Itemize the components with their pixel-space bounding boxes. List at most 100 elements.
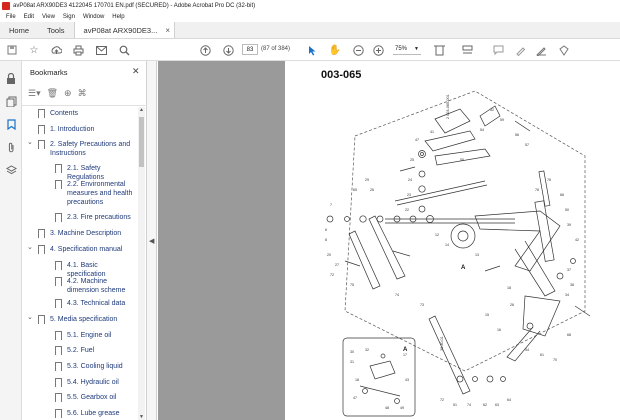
bookmark-label: 5.3. Cooling liquid (67, 363, 123, 370)
tab-home[interactable]: Home (0, 22, 38, 38)
tab-tools[interactable]: Tools (38, 22, 74, 38)
share-link-icon[interactable] (558, 44, 570, 56)
svg-text:38: 38 (570, 283, 574, 287)
svg-text:27: 27 (335, 263, 339, 267)
bookmarks-scrollbar[interactable]: ▲ ▼ (138, 107, 145, 420)
print-icon[interactable] (72, 44, 84, 56)
bookmark-flag-icon (55, 409, 62, 420)
bookmark-label: 5.2. Fuel (67, 347, 95, 354)
svg-text:72: 72 (330, 273, 334, 277)
expand-toggle-icon[interactable]: ⌄ (27, 138, 33, 146)
bookmark-flag-icon (38, 125, 45, 137)
attachment-icon[interactable] (5, 141, 17, 153)
bookmark-add-icon[interactable]: ⌘ (78, 88, 87, 99)
zoom-in-icon[interactable] (372, 44, 384, 56)
view-label: A (461, 265, 466, 271)
scrollbar-thumb[interactable] (139, 117, 144, 167)
tab-bar: Home Tools avP08at ARX90DE3... × (0, 22, 620, 39)
bookmark-label: 5.6. Lube grease (67, 410, 120, 417)
bookmark-flag-icon (55, 331, 62, 343)
document-viewport[interactable]: 003-065 47 41 52 59 56 57 54 55 25 24 23… (158, 61, 620, 420)
tab-document[interactable]: avP08at ARX90DE3... × (73, 22, 175, 38)
bookmarks-header: Bookmarks (30, 68, 68, 77)
pages-thumbnail-icon[interactable] (5, 95, 17, 107)
menu-window[interactable]: Window (79, 14, 108, 20)
menu-help[interactable]: Help (108, 14, 128, 20)
expand-toggle-icon[interactable]: ⌄ (27, 243, 33, 251)
svg-text:18: 18 (507, 286, 511, 290)
chevron-down-icon: ▼ (414, 46, 419, 52)
svg-text:62: 62 (483, 403, 487, 407)
bookmark-flag-icon (38, 245, 45, 257)
options-menu-icon[interactable]: ☰▾ (28, 88, 41, 99)
upload-icon[interactable] (50, 44, 62, 56)
highlight-icon[interactable] (514, 44, 526, 56)
svg-text:76: 76 (547, 178, 551, 182)
svg-text:66: 66 (560, 193, 564, 197)
new-bookmark-icon[interactable]: ⊕ (64, 88, 72, 99)
bookmark-flag-icon (38, 140, 45, 152)
svg-text:14: 14 (445, 243, 449, 247)
collapse-panel-icon[interactable]: ◀ (149, 237, 154, 245)
delete-bookmark-icon[interactable]: 🗑 (47, 88, 58, 99)
inset-label: A (403, 347, 408, 353)
svg-text:22: 22 (405, 208, 409, 212)
bookmark-label: 2.3. Fire precautions (67, 214, 131, 221)
svg-text:44: 44 (525, 348, 529, 352)
svg-text:49: 49 (400, 406, 404, 410)
menu-edit[interactable]: Edit (20, 14, 38, 20)
svg-text:7: 7 (330, 203, 332, 207)
svg-text:34: 34 (565, 293, 569, 297)
bookmark-label: 1. Introduction (50, 126, 95, 133)
exploded-parts-drawing: 474152 595657 545525 242322 2965 26 768 2… (325, 90, 591, 417)
lock-icon[interactable] (5, 72, 17, 84)
tab-tools-label: Tools (47, 25, 65, 35)
svg-text:43: 43 (405, 378, 409, 382)
svg-text:57: 57 (525, 143, 529, 147)
page-number-input[interactable]: 83 (242, 44, 258, 55)
tab-document-label: avP08at ARX90DE3... (83, 25, 158, 35)
scroll-down-icon[interactable]: ▼ (138, 414, 145, 420)
layers-icon[interactable] (5, 164, 17, 176)
star-icon[interactable]: ☆ (28, 44, 40, 56)
svg-text:17: 17 (403, 353, 407, 357)
previous-page-icon[interactable] (199, 44, 211, 56)
scroll-up-icon[interactable]: ▲ (138, 107, 145, 113)
close-panel-icon[interactable]: ✕ (132, 66, 140, 77)
menu-sign[interactable]: Sign (59, 14, 79, 20)
svg-text:54: 54 (480, 128, 484, 132)
bookmark-label: 4. Specification manual (50, 246, 123, 253)
sign-icon[interactable] (535, 44, 547, 56)
menu-file[interactable]: File (0, 14, 20, 20)
menu-view[interactable]: View (38, 14, 59, 20)
panel-splitter[interactable]: ◀ (147, 61, 157, 420)
svg-text:16: 16 (497, 328, 501, 332)
svg-text:51: 51 (453, 403, 457, 407)
save-icon[interactable] (6, 44, 18, 56)
page-fit-icon[interactable] (434, 44, 446, 56)
expand-toggle-icon[interactable]: ⌄ (27, 313, 33, 321)
bookmark-icon[interactable] (5, 118, 17, 130)
bookmark-flag-icon (38, 229, 45, 241)
bookmark-label: Contents (50, 110, 79, 117)
search-icon[interactable] (118, 44, 130, 56)
zoom-out-icon[interactable] (352, 44, 364, 56)
close-tab-icon[interactable]: × (165, 26, 170, 35)
document-page: 003-065 47 41 52 59 56 57 54 55 25 24 23… (285, 61, 620, 420)
hand-tool-icon[interactable]: ✋ (329, 44, 341, 56)
svg-text:23: 23 (407, 193, 411, 197)
svg-text:12: 12 (435, 233, 439, 237)
next-page-icon[interactable] (222, 44, 234, 56)
bookmark-label: 5. Media specification (50, 316, 118, 323)
svg-text:29: 29 (365, 178, 369, 182)
svg-text:75: 75 (350, 283, 354, 287)
select-cursor-icon[interactable] (306, 44, 318, 56)
page-count: (87 of 384) (261, 46, 291, 52)
svg-text:6: 6 (325, 228, 327, 232)
mail-icon[interactable] (95, 44, 107, 56)
scroll-mode-icon[interactable] (462, 44, 474, 56)
comment-icon[interactable] (492, 44, 504, 56)
svg-text:68: 68 (567, 333, 571, 337)
zoom-select[interactable]: 75% ▼ (393, 44, 421, 55)
bookmarks-panel: Bookmarks ✕ ☰▾ 🗑 ⊕ ⌘ Contents 1. Introduc… (22, 61, 147, 420)
